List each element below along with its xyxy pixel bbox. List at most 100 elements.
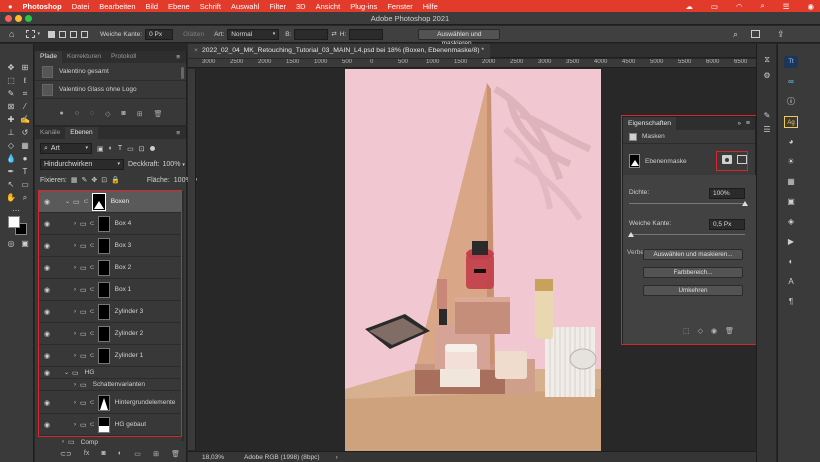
layer-row-box-3[interactable]: ◉ › ▭ ⊂ Box 3 [39, 235, 181, 257]
panel-menu-icon[interactable]: ≡ [176, 130, 180, 137]
quick-mask-icon[interactable]: ◎ [5, 238, 17, 250]
mask-thumbnail[interactable] [97, 416, 110, 433]
actions-icon[interactable]: ▶ [784, 236, 798, 248]
eyedropper-tool-icon[interactable]: ⁄ [19, 101, 31, 113]
blur-tool-icon[interactable]: 💧 [5, 153, 17, 165]
minimize-window-button[interactable] [15, 15, 22, 22]
mask-thumbnail[interactable] [97, 281, 110, 298]
battery-icon[interactable]: ▭ [711, 2, 718, 11]
select-and-mask-button[interactable]: Auswählen und maskieren... [643, 249, 743, 260]
chevron-right-icon[interactable]: › [74, 353, 76, 359]
foreground-color-swatch[interactable] [8, 216, 20, 228]
history-icon[interactable]: ⧖ [760, 54, 774, 66]
layer-row-zylinder-2[interactable]: ◉ › ▭ ⊂ Zylinder 2 [39, 323, 181, 345]
mask-thumbnail[interactable] [97, 215, 110, 232]
workspace-icon[interactable] [751, 30, 760, 38]
healing-brush-icon[interactable]: ✚ [5, 114, 17, 126]
link-layers-icon[interactable]: ⊂⊃ [60, 450, 72, 460]
history-brush-icon[interactable]: ↺ [19, 127, 31, 139]
link-icon[interactable]: ⊂ [90, 399, 95, 406]
shape-tool-icon[interactable]: ▭ [19, 179, 31, 191]
layer-row-zylinder-1[interactable]: ◉ › ▭ ⊂ Zylinder 1 [39, 345, 181, 367]
marquee-tool-icon[interactable] [26, 30, 36, 38]
path-select-tool-icon[interactable]: ↖ [5, 179, 17, 191]
marquee-tool-icon[interactable]: ⬚ [5, 75, 17, 87]
visibility-eye-icon[interactable]: ◉ [42, 220, 52, 228]
menu-datei[interactable]: Datei [72, 2, 90, 11]
layer-row-box-1[interactable]: ◉ › ▭ ⊂ Box 1 [39, 279, 181, 301]
link-icon[interactable]: ⊂ [90, 352, 95, 359]
chevron-right-icon[interactable]: › [74, 422, 76, 428]
smartobject-filter-icon[interactable]: ⊡ [139, 145, 145, 153]
link-icon[interactable]: ⊂ [90, 220, 95, 227]
link-icon[interactable]: ⊂ [90, 308, 95, 315]
link-icon[interactable]: ⊂ [90, 286, 95, 293]
panel-menu-icon[interactable]: ≡ [746, 120, 750, 127]
menu-filter[interactable]: Filter [269, 2, 286, 11]
menu-schrift[interactable]: Schrift [200, 2, 221, 11]
siri-icon[interactable]: ◉ [807, 2, 814, 11]
tab-korrekturen[interactable]: Korrekturen [62, 51, 106, 63]
zoom-readout[interactable]: 18,03% [202, 454, 224, 461]
color-wheel-icon[interactable]: ◕ [784, 136, 798, 148]
subtract-selection-icon[interactable] [69, 30, 77, 38]
new-path-icon[interactable]: ⊞ [137, 110, 143, 122]
chevron-right-icon[interactable]: › [62, 439, 64, 445]
mask-thumbnail[interactable] [91, 192, 106, 211]
search-icon[interactable]: ⌕ [733, 29, 738, 40]
visibility-eye-icon[interactable]: ◉ [42, 399, 52, 407]
fill-path-icon[interactable]: ● [59, 110, 63, 122]
height-input[interactable] [349, 28, 384, 40]
add-selection-icon[interactable] [58, 30, 66, 38]
swatches-icon[interactable]: ▦ [784, 176, 798, 188]
move-tool-icon[interactable]: ✥ [5, 62, 17, 74]
chevron-right-icon[interactable]: › [336, 454, 338, 461]
density-slider-thumb[interactable] [742, 201, 748, 206]
link-icon[interactable]: ⊂ [90, 264, 95, 271]
layer-row-hg-gebaut[interactable]: ◉ › ▭ ⊂ HG gebaut [39, 414, 181, 436]
mask-thumbnail[interactable] [97, 259, 110, 276]
chevron-right-icon[interactable]: › [74, 265, 76, 271]
pixel-mask-button[interactable] [722, 155, 732, 164]
menu-fenster[interactable]: Fenster [387, 2, 412, 11]
menu-bild[interactable]: Bild [146, 2, 159, 11]
creative-cloud-icon[interactable]: ∞ [784, 76, 798, 88]
tab-pfade[interactable]: Pfade [35, 51, 62, 63]
layer-row-hg[interactable]: ◉ ⌄ ▭ HG [39, 367, 181, 379]
density-slider-track[interactable] [629, 203, 745, 204]
menu-ansicht[interactable]: Ansicht [316, 2, 341, 11]
adjustment-filter-icon[interactable]: ◐ [109, 145, 113, 152]
layer-row-comp[interactable]: ◉ › ▭ Comp [39, 436, 181, 448]
lock-pixels-icon[interactable]: ▦ [71, 176, 78, 184]
glyphs-icon[interactable]: Ag [784, 116, 798, 128]
lock-all-icon[interactable]: 🔒 [111, 176, 120, 184]
paths-icon[interactable]: ✎ [760, 110, 774, 122]
add-mask-icon[interactable]: ◙ [102, 450, 106, 460]
visibility-eye-icon[interactable]: ◉ [42, 352, 52, 360]
menu-3d[interactable]: 3D [296, 2, 306, 11]
paths-scrollbar[interactable] [181, 67, 184, 79]
select-and-mask-button[interactable]: Auswählen und maskieren... [418, 28, 501, 47]
chevron-down-icon[interactable]: ⌄ [64, 369, 69, 376]
control-center-icon[interactable]: ☰ [783, 2, 790, 11]
smooth-checkbox[interactable]: Glätten [183, 31, 204, 38]
density-input[interactable]: 100% [709, 188, 745, 199]
artboard-tool-icon[interactable]: ⊞ [19, 62, 31, 74]
cloud-icon[interactable]: ☁ [685, 2, 693, 11]
frame-tool-icon[interactable]: ⊠ [5, 101, 17, 113]
chevron-down-icon[interactable]: ⌄ [65, 198, 70, 205]
share-icon[interactable]: ⇪ [777, 29, 785, 40]
search-icon[interactable]: ⌕ [761, 1, 765, 11]
fx-icon[interactable]: fx [84, 450, 89, 460]
panel-menu-icon[interactable]: ≡ [176, 54, 180, 61]
paragraph-icon[interactable]: ¶ [784, 296, 798, 308]
chevron-right-icon[interactable]: › [74, 400, 76, 406]
zoom-tool-icon[interactable]: ⌕ [19, 192, 31, 204]
lock-artboard-icon[interactable]: ⊡ [101, 176, 107, 184]
chevron-right-icon[interactable]: › [74, 331, 76, 337]
visibility-eye-icon[interactable]: ◉ [711, 327, 717, 335]
eraser-tool-icon[interactable]: ◇ [5, 140, 17, 152]
screen-mode-icon[interactable]: ▣ [19, 238, 31, 250]
visibility-eye-icon[interactable]: ◉ [42, 369, 52, 377]
properties-icon[interactable]: ☰ [760, 124, 774, 136]
